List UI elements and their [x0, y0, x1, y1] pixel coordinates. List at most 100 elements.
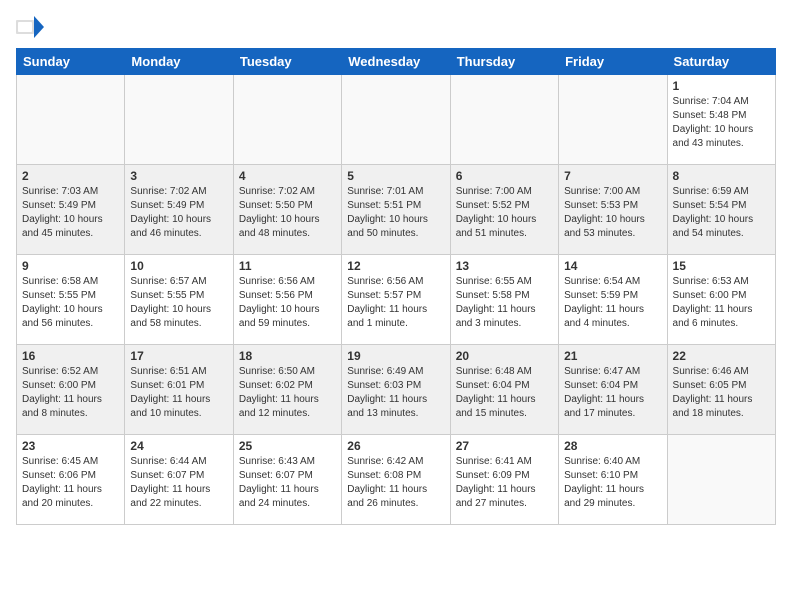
day-number: 17	[130, 349, 227, 363]
day-detail: Sunrise: 6:48 AM Sunset: 6:04 PM Dayligh…	[456, 365, 553, 421]
calendar-day	[667, 435, 775, 525]
day-detail: Sunrise: 6:41 AM Sunset: 6:09 PM Dayligh…	[456, 455, 553, 511]
day-number: 20	[456, 349, 553, 363]
calendar-day: 16 Sunrise: 6:52 AM Sunset: 6:00 PM Dayli…	[17, 345, 125, 435]
day-number: 16	[22, 349, 119, 363]
day-number: 10	[130, 259, 227, 273]
calendar-day: 1 Sunrise: 7:04 AM Sunset: 5:48 PM Daylig…	[667, 75, 775, 165]
day-detail: Sunrise: 6:58 AM Sunset: 5:55 PM Dayligh…	[22, 275, 119, 331]
day-detail: Sunrise: 6:46 AM Sunset: 6:05 PM Dayligh…	[673, 365, 770, 421]
day-detail: Sunrise: 7:00 AM Sunset: 5:53 PM Dayligh…	[564, 185, 661, 241]
day-number: 24	[130, 439, 227, 453]
calendar-day: 20 Sunrise: 6:48 AM Sunset: 6:04 PM Dayli…	[450, 345, 558, 435]
calendar-day: 12 Sunrise: 6:56 AM Sunset: 5:57 PM Dayli…	[342, 255, 450, 345]
calendar-day: 9 Sunrise: 6:58 AM Sunset: 5:55 PM Daylig…	[17, 255, 125, 345]
calendar-day: 2 Sunrise: 7:03 AM Sunset: 5:49 PM Daylig…	[17, 165, 125, 255]
calendar-day: 17 Sunrise: 6:51 AM Sunset: 6:01 PM Dayli…	[125, 345, 233, 435]
day-detail: Sunrise: 6:54 AM Sunset: 5:59 PM Dayligh…	[564, 275, 661, 331]
day-detail: Sunrise: 7:04 AM Sunset: 5:48 PM Dayligh…	[673, 95, 770, 151]
day-number: 2	[22, 169, 119, 183]
calendar-day: 19Sunrise: 6:49 AM Sunset: 6:03 PM Dayli…	[342, 345, 450, 435]
day-detail: Sunrise: 6:53 AM Sunset: 6:00 PM Dayligh…	[673, 275, 770, 331]
day-detail: Sunrise: 7:01 AM Sunset: 5:51 PM Dayligh…	[347, 185, 444, 241]
day-number: 14	[564, 259, 661, 273]
calendar-week-row: 16 Sunrise: 6:52 AM Sunset: 6:00 PM Dayli…	[17, 345, 776, 435]
calendar-day: 26 Sunrise: 6:42 AM Sunset: 6:08 PM Dayli…	[342, 435, 450, 525]
day-detail: Sunrise: 6:56 AM Sunset: 5:56 PM Dayligh…	[239, 275, 336, 331]
day-detail: Sunrise: 6:44 AM Sunset: 6:07 PM Dayligh…	[130, 455, 227, 511]
day-detail: Sunrise: 7:02 AM Sunset: 5:49 PM Dayligh…	[130, 185, 227, 241]
day-number: 21	[564, 349, 661, 363]
day-detail: Sunrise: 6:57 AM Sunset: 5:55 PM Dayligh…	[130, 275, 227, 331]
calendar-day: 13 Sunrise: 6:55 AM Sunset: 5:58 PM Dayli…	[450, 255, 558, 345]
day-detail: Sunrise: 6:40 AM Sunset: 6:10 PM Dayligh…	[564, 455, 661, 511]
day-detail: Sunrise: 6:47 AM Sunset: 6:04 PM Dayligh…	[564, 365, 661, 421]
calendar-day: 7 Sunrise: 7:00 AM Sunset: 5:53 PM Daylig…	[559, 165, 667, 255]
calendar-day: 25 Sunrise: 6:43 AM Sunset: 6:07 PM Dayli…	[233, 435, 341, 525]
calendar-day: 8 Sunrise: 6:59 AM Sunset: 5:54 PM Daylig…	[667, 165, 775, 255]
day-detail: Sunrise: 6:52 AM Sunset: 6:00 PM Dayligh…	[22, 365, 119, 421]
day-number: 9	[22, 259, 119, 273]
calendar-day	[342, 75, 450, 165]
day-number: 5	[347, 169, 444, 183]
day-number: 11	[239, 259, 336, 273]
calendar-week-row: 9 Sunrise: 6:58 AM Sunset: 5:55 PM Daylig…	[17, 255, 776, 345]
calendar-day	[450, 75, 558, 165]
weekday-header: Monday	[125, 49, 233, 75]
day-detail: Sunrise: 6:55 AM Sunset: 5:58 PM Dayligh…	[456, 275, 553, 331]
calendar-header-row: SundayMondayTuesdayWednesdayThursdayFrid…	[17, 49, 776, 75]
day-number: 3	[130, 169, 227, 183]
day-number: 7	[564, 169, 661, 183]
calendar-day: 18 Sunrise: 6:50 AM Sunset: 6:02 PM Dayli…	[233, 345, 341, 435]
day-detail: Sunrise: 6:49 AM Sunset: 6:03 PM Dayligh…	[347, 365, 444, 421]
day-detail: Sunrise: 6:51 AM Sunset: 6:01 PM Dayligh…	[130, 365, 227, 421]
day-detail: Sunrise: 6:59 AM Sunset: 5:54 PM Dayligh…	[673, 185, 770, 241]
day-number: 18	[239, 349, 336, 363]
weekday-header: Friday	[559, 49, 667, 75]
day-number: 12	[347, 259, 444, 273]
calendar: SundayMondayTuesdayWednesdayThursdayFrid…	[16, 48, 776, 525]
day-number: 25	[239, 439, 336, 453]
calendar-day: 23 Sunrise: 6:45 AM Sunset: 6:06 PM Dayli…	[17, 435, 125, 525]
weekday-header: Thursday	[450, 49, 558, 75]
day-detail: Sunrise: 7:03 AM Sunset: 5:49 PM Dayligh…	[22, 185, 119, 241]
weekday-header: Sunday	[17, 49, 125, 75]
day-number: 6	[456, 169, 553, 183]
day-number: 4	[239, 169, 336, 183]
day-number: 8	[673, 169, 770, 183]
logo-icon	[16, 16, 44, 38]
day-detail: Sunrise: 6:45 AM Sunset: 6:06 PM Dayligh…	[22, 455, 119, 511]
day-detail: Sunrise: 7:02 AM Sunset: 5:50 PM Dayligh…	[239, 185, 336, 241]
day-number: 28	[564, 439, 661, 453]
calendar-day: 10 Sunrise: 6:57 AM Sunset: 5:55 PM Dayli…	[125, 255, 233, 345]
day-number: 27	[456, 439, 553, 453]
calendar-day: 3 Sunrise: 7:02 AM Sunset: 5:49 PM Daylig…	[125, 165, 233, 255]
day-number: 1	[673, 79, 770, 93]
calendar-week-row: 2 Sunrise: 7:03 AM Sunset: 5:49 PM Daylig…	[17, 165, 776, 255]
calendar-day: 11 Sunrise: 6:56 AM Sunset: 5:56 PM Dayli…	[233, 255, 341, 345]
calendar-day: 24 Sunrise: 6:44 AM Sunset: 6:07 PM Dayli…	[125, 435, 233, 525]
calendar-day: 22Sunrise: 6:46 AM Sunset: 6:05 PM Dayli…	[667, 345, 775, 435]
day-detail: Sunrise: 7:00 AM Sunset: 5:52 PM Dayligh…	[456, 185, 553, 241]
day-detail: Sunrise: 6:43 AM Sunset: 6:07 PM Dayligh…	[239, 455, 336, 511]
weekday-header: Saturday	[667, 49, 775, 75]
calendar-day	[233, 75, 341, 165]
calendar-day: 5 Sunrise: 7:01 AM Sunset: 5:51 PM Daylig…	[342, 165, 450, 255]
day-number: 26	[347, 439, 444, 453]
calendar-day	[125, 75, 233, 165]
calendar-day: 6 Sunrise: 7:00 AM Sunset: 5:52 PM Daylig…	[450, 165, 558, 255]
calendar-day: 28 Sunrise: 6:40 AM Sunset: 6:10 PM Dayli…	[559, 435, 667, 525]
day-number: 13	[456, 259, 553, 273]
day-detail: Sunrise: 6:56 AM Sunset: 5:57 PM Dayligh…	[347, 275, 444, 331]
calendar-day: 14 Sunrise: 6:54 AM Sunset: 5:59 PM Dayli…	[559, 255, 667, 345]
weekday-header: Tuesday	[233, 49, 341, 75]
page-header	[16, 16, 776, 38]
calendar-week-row: 23 Sunrise: 6:45 AM Sunset: 6:06 PM Dayli…	[17, 435, 776, 525]
calendar-day: 15 Sunrise: 6:53 AM Sunset: 6:00 PM Dayli…	[667, 255, 775, 345]
day-number: 23	[22, 439, 119, 453]
day-number: 15	[673, 259, 770, 273]
day-detail: Sunrise: 6:50 AM Sunset: 6:02 PM Dayligh…	[239, 365, 336, 421]
logo	[16, 16, 46, 38]
calendar-day	[17, 75, 125, 165]
day-detail: Sunrise: 6:42 AM Sunset: 6:08 PM Dayligh…	[347, 455, 444, 511]
